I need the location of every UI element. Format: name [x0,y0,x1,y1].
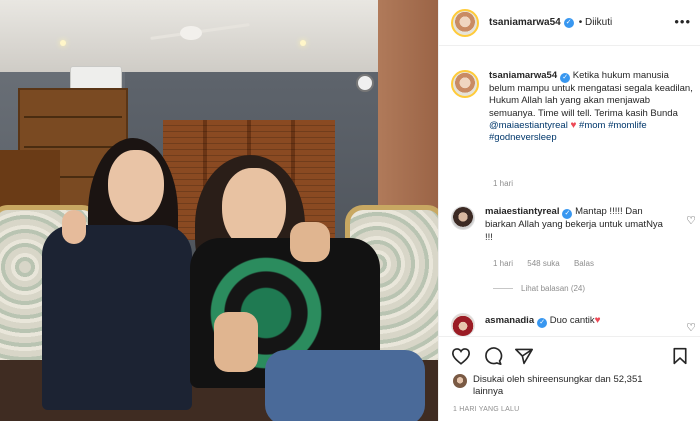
author-avatar[interactable] [451,8,479,37]
comment-username[interactable]: asmanadia [485,315,534,326]
commenter-avatar[interactable] [451,313,475,337]
view-replies[interactable]: Lihat balasan (24) [493,284,585,293]
photo-ceiling-light [60,40,66,46]
caption-username[interactable]: tsaniamarwa54 [489,70,557,81]
photo-wall-clock [356,74,374,92]
more-horizontal-icon[interactable]: ••• [674,14,691,29]
comment-meta: 1 hari 548 suka Balas [493,259,606,268]
comment-body: Duo cantik [549,315,595,326]
caption-avatar[interactable] [451,70,479,98]
caption-time: 1 hari [493,179,514,188]
post-header: tsaniamarwa54 ✓ • Diikuti ••• [439,0,700,46]
mention-link[interactable]: @maiaestiantyreal [489,120,568,131]
photo-ceiling-light [300,40,306,46]
replies-divider [493,288,513,289]
caption: tsaniamarwa54 ✓ Ketika hukum manusia belu… [451,70,696,144]
reply-button[interactable]: Balas [574,259,594,268]
author-username[interactable]: tsaniamarwa54 [489,17,561,28]
view-replies-label[interactable]: Lihat balasan (24) [521,284,585,293]
comment-likes[interactable]: 548 suka [527,259,559,268]
likes-text[interactable]: Disukai oleh shireensungkar dan 52,351 l… [473,374,663,398]
heart-outline-icon[interactable]: ♡ [686,214,696,227]
verified-icon: ✓ [560,73,571,83]
post-timestamp: 1 HARI YANG LALU [453,406,520,413]
photo-cabinet [0,150,60,210]
liker-avatar [453,374,467,388]
verified-icon: ✓ [537,318,548,328]
heart-outline-icon[interactable]: ♡ [686,321,696,334]
follow-status[interactable]: • Diikuti [579,17,613,28]
comment-item: maiaestiantyreal ✓ Mantap !!!!! Dan biark… [451,206,696,244]
post-photo[interactable] [0,0,438,421]
red-heart-icon: ♥ [594,315,601,326]
comment-username[interactable]: maiaestiantyreal [485,206,559,217]
photo-ceiling [0,0,438,72]
verified-icon: ✓ [563,17,574,28]
comment-text: asmanadia ✓ Duo cantik♥ [485,313,665,337]
post-panel: tsaniamarwa54 ✓ • Diikuti ••• tsaniamarw… [438,0,700,421]
likes-summary[interactable]: Disukai oleh shireensungkar dan 52,351 l… [453,374,663,398]
red-heart-icon: ♥ [570,119,577,131]
comment-item: asmanadia ✓ Duo cantik♥ ♡ [451,313,696,337]
comment-icon[interactable] [483,347,503,365]
share-icon[interactable] [514,347,534,365]
comment-text: maiaestiantyreal ✓ Mantap !!!!! Dan biark… [485,206,665,244]
like-heart-icon[interactable] [451,347,471,365]
bookmark-icon[interactable] [671,347,689,365]
verified-icon: ✓ [562,209,573,219]
photo-ceiling-fan-hub [180,26,202,40]
comment-time: 1 hari [493,259,514,268]
caption-text: tsaniamarwa54 ✓ Ketika hukum manusia belu… [489,70,694,144]
commenter-avatar[interactable] [451,206,475,230]
